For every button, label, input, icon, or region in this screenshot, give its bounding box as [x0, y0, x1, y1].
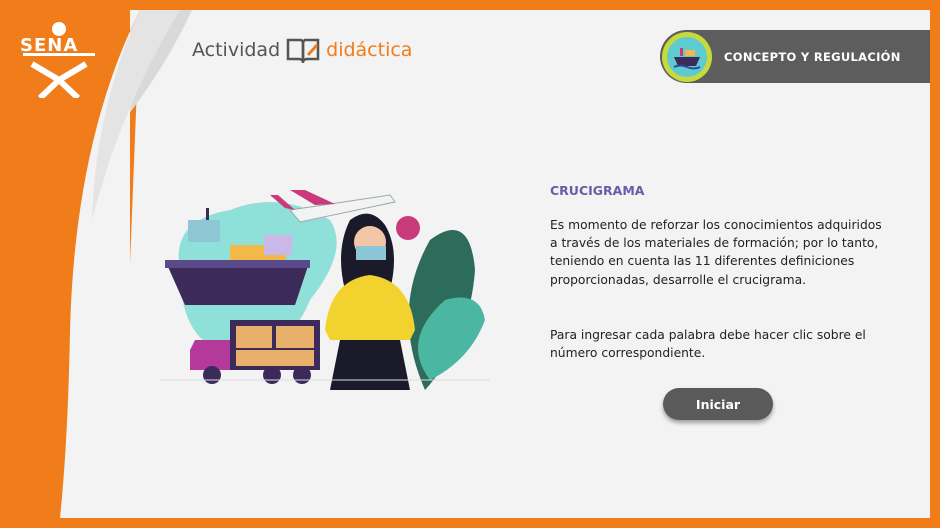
badge-label: CONCEPTO Y REGULACIÓN [724, 49, 901, 64]
sena-logo-text: SENA [20, 35, 79, 56]
badge-icon-ring [662, 31, 712, 82]
activity-word1: Actividad [192, 39, 281, 61]
activity-word2: didáctica [326, 39, 413, 61]
topic-badge: CONCEPTO Y REGULACIÓN [660, 30, 930, 83]
sena-logo [23, 22, 95, 98]
ship-icon [667, 36, 707, 77]
instructions-paragraph-1: Es momento de reforzar los conocimientos… [550, 218, 882, 287]
instructions-paragraph-2: Para ingresar cada palabra debe hacer cl… [550, 328, 866, 361]
start-button[interactable]: Iniciar [663, 388, 773, 420]
book-pencil-icon [286, 38, 320, 63]
logistics-illustration [160, 190, 490, 390]
activity-title: Actividad didáctica [192, 36, 412, 64]
section-title: CRUCIGRAMA [550, 183, 645, 198]
